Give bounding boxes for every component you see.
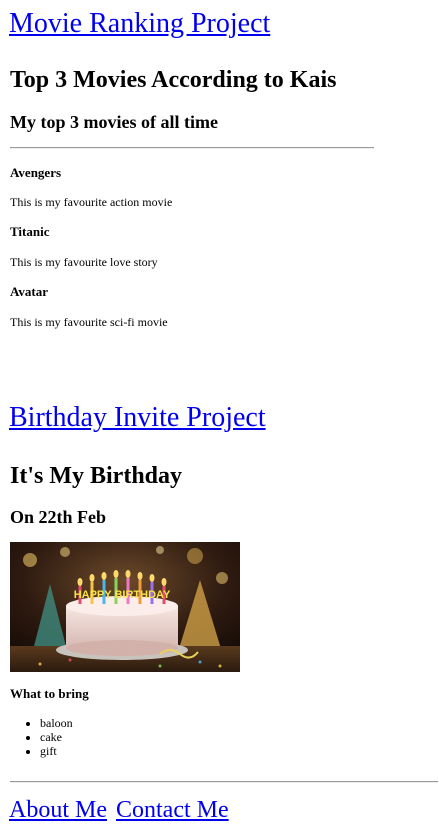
- movie-ranking-subtitle: My top 3 movies of all time: [10, 112, 218, 132]
- birthday-date: On 22th Feb: [10, 507, 107, 527]
- movie-description-titanic: This is my favourite love story: [10, 255, 158, 269]
- contact-me-link[interactable]: Contact Me: [116, 797, 229, 823]
- svg-text:HAPPY BIRTHDAY: HAPPY BIRTHDAY: [74, 589, 171, 601]
- movie-name-titanic: Titanic: [10, 224, 50, 239]
- list-item: cake: [40, 730, 73, 744]
- birthday-title: It's My Birthday: [10, 463, 183, 489]
- movie-ranking-project-link[interactable]: Movie Ranking Project: [9, 8, 270, 40]
- birthday-cake-image: HAPPY BIRTHDAY: [10, 542, 240, 672]
- section-divider: [10, 147, 374, 149]
- footer-links: About Me Contact Me: [9, 796, 232, 824]
- footer-divider: [10, 781, 438, 783]
- movie-name-avatar: Avatar: [10, 284, 49, 299]
- birthday-invite-project-link[interactable]: Birthday Invite Project: [9, 402, 266, 434]
- bring-list: baloon cake gift: [22, 716, 73, 758]
- what-to-bring-heading: What to bring: [10, 686, 89, 701]
- list-item: baloon: [40, 716, 73, 730]
- movie-description-avengers: This is my favourite action movie: [10, 195, 173, 209]
- list-item: gift: [40, 744, 73, 758]
- movie-ranking-title: Top 3 Movies According to Kais: [10, 67, 337, 93]
- movie-description-avatar: This is my favourite sci-fi movie: [10, 315, 168, 329]
- movie-name-avengers: Avengers: [10, 165, 62, 180]
- about-me-link[interactable]: About Me: [9, 797, 107, 823]
